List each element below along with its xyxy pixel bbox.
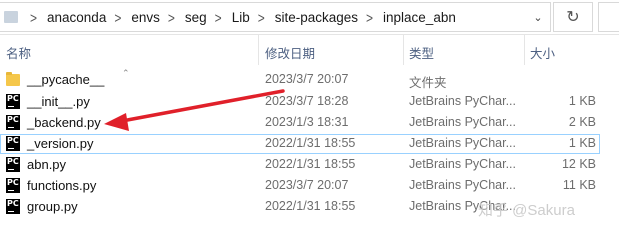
breadcrumb-item-inplace-abn[interactable]: inplace_abn	[383, 10, 456, 25]
column-divider[interactable]	[403, 35, 404, 65]
chevron-right-icon[interactable]: >	[366, 9, 373, 26]
file-size: 1 KB	[568, 94, 596, 108]
refresh-icon: ↻	[566, 9, 580, 26]
folder-icon	[6, 72, 20, 86]
breadcrumb-item-site-packages[interactable]: site-packages	[275, 10, 358, 25]
file-size: 1 KB	[568, 136, 596, 150]
column-header-modified[interactable]: 修改日期	[265, 43, 315, 62]
file-type: JetBrains PyChar...	[409, 178, 516, 192]
chevron-right-icon[interactable]: >	[30, 9, 37, 26]
breadcrumb-item-anaconda[interactable]: anaconda	[47, 10, 106, 25]
file-row[interactable]: PC abn.py 2022/1/31 18:55 JetBrains PyCh…	[0, 155, 600, 175]
file-date: 2022/1/31 18:55	[265, 136, 356, 150]
file-row[interactable]: PC _backend.py 2023/1/3 18:31 JetBrains …	[0, 113, 600, 133]
file-type: JetBrains PyChar...	[409, 94, 516, 108]
chevron-down-icon[interactable]: ⌄	[531, 11, 545, 25]
file-name: _version.py	[27, 136, 94, 151]
column-header-name[interactable]: 名称	[6, 43, 31, 62]
column-header-type[interactable]: 类型	[409, 43, 434, 62]
python-file-icon: PC	[6, 94, 20, 109]
file-size: 11 KB	[562, 178, 596, 192]
file-name: group.py	[27, 199, 78, 214]
breadcrumb-item-envs[interactable]: envs	[131, 10, 160, 25]
file-row[interactable]: PC __init__.py 2023/3/7 18:28 JetBrains …	[0, 92, 600, 112]
column-divider[interactable]	[258, 35, 259, 65]
this-pc-icon	[4, 11, 18, 23]
file-date: 2023/3/7 20:07	[265, 72, 349, 86]
file-name: __pycache__	[27, 72, 105, 87]
chevron-right-icon[interactable]: >	[258, 9, 265, 26]
column-header-row: ⌃ 名称 修改日期 类型 大小	[0, 34, 619, 78]
chevron-right-icon[interactable]: >	[215, 9, 222, 26]
file-row-selected[interactable]: PC _version.py 2022/1/31 18:55 JetBrains…	[0, 134, 600, 154]
file-date: 2023/1/3 18:31	[265, 115, 349, 129]
file-date: 2023/3/7 20:07	[265, 178, 349, 192]
file-type: JetBrains PyChar...	[409, 157, 516, 171]
breadcrumb-item-seg[interactable]: seg	[185, 10, 207, 25]
file-name: functions.py	[27, 178, 97, 193]
chevron-right-icon[interactable]: >	[114, 9, 121, 26]
breadcrumb: > anaconda > envs > seg > Lib > site-pac…	[22, 9, 456, 26]
file-date: 2022/1/31 18:55	[265, 157, 356, 171]
file-name: _backend.py	[27, 115, 101, 130]
file-row[interactable]: __pycache__ 2023/3/7 20:07 文件夹	[0, 70, 600, 90]
file-type: JetBrains PyChar...	[409, 136, 516, 150]
python-file-icon: PC	[6, 178, 20, 193]
file-size: 2 KB	[568, 115, 596, 129]
chevron-right-icon[interactable]: >	[168, 9, 175, 26]
breadcrumb-bar[interactable]: > anaconda > envs > seg > Lib > site-pac…	[0, 2, 551, 32]
file-name: __init__.py	[27, 94, 90, 109]
file-name: abn.py	[27, 157, 67, 172]
column-header-size[interactable]: 大小	[530, 43, 555, 62]
refresh-button[interactable]: ↻	[553, 2, 593, 32]
file-date: 2023/3/7 18:28	[265, 94, 349, 108]
file-size: 12 KB	[561, 157, 596, 171]
breadcrumb-item-lib[interactable]: Lib	[232, 10, 250, 25]
search-input[interactable]	[598, 2, 619, 32]
python-file-icon: PC	[6, 136, 20, 151]
file-type: JetBrains PyChar...	[409, 115, 516, 129]
column-divider[interactable]	[524, 35, 525, 65]
address-bar: > anaconda > envs > seg > Lib > site-pac…	[0, 0, 619, 35]
python-file-icon: PC	[6, 115, 20, 130]
file-row[interactable]: PC functions.py 2023/3/7 20:07 JetBrains…	[0, 176, 600, 196]
file-date: 2022/1/31 18:55	[265, 199, 356, 213]
python-file-icon: PC	[6, 199, 20, 214]
watermark: 知乎 @Sakura	[478, 202, 575, 219]
file-type: 文件夹	[409, 76, 447, 90]
python-file-icon: PC	[6, 157, 20, 172]
